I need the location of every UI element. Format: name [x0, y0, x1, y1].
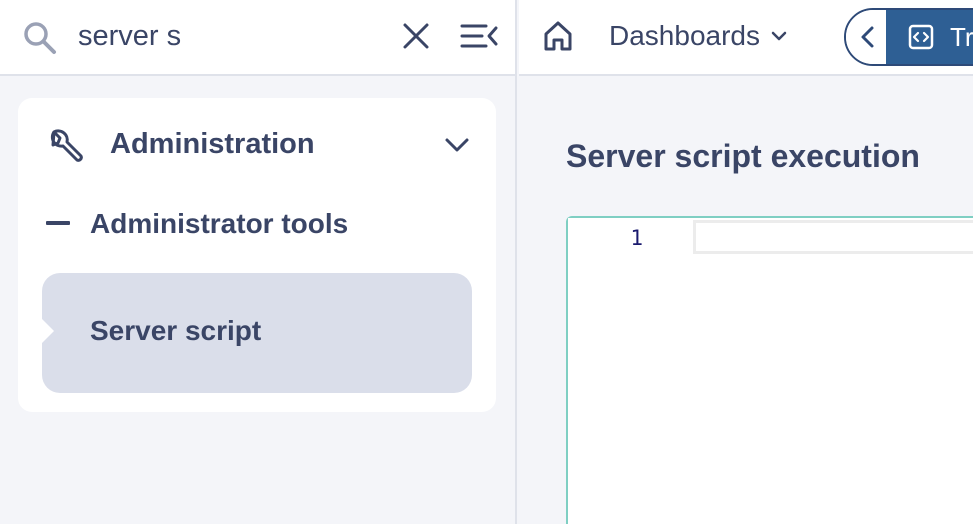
page-title: Server script execution	[566, 138, 920, 174]
sidebar: Administration Administrator tools Serve…	[0, 0, 517, 524]
menu-results: Administration Administrator tools Serve…	[18, 98, 496, 412]
open-tabs: Tr	[844, 8, 973, 66]
menu-collapse-icon	[460, 24, 498, 48]
clear-search-button[interactable]	[400, 18, 432, 54]
wrench-icon	[50, 129, 83, 162]
collapse-menu-button[interactable]	[458, 18, 500, 54]
dashboards-label: Dashboards	[609, 20, 760, 51]
main-content: Server script execution 1	[519, 78, 973, 524]
code-editor[interactable]: 1	[566, 216, 973, 524]
dashboards-dropdown[interactable]: Dashboards	[609, 18, 788, 54]
menu-item-server-script[interactable]: Server script	[42, 273, 472, 393]
tab-server-script[interactable]: Tr	[886, 10, 973, 64]
home-icon	[544, 21, 572, 51]
menu-section-administration[interactable]: Administration	[18, 98, 496, 190]
chevron-down-icon	[445, 138, 469, 152]
tab-label: Tr	[950, 22, 973, 52]
top-bar: Dashboards Tr	[519, 0, 973, 76]
search-icon	[24, 22, 56, 54]
chevron-left-icon	[861, 26, 874, 48]
menu-subgroup-administrator-tools[interactable]: Administrator tools	[18, 206, 496, 256]
chevron-down-icon	[771, 31, 787, 41]
line-number: 1	[630, 226, 643, 250]
home-button[interactable]	[541, 18, 575, 54]
menu-item-label: Server script	[90, 315, 262, 346]
menu-subgroup-label: Administrator tools	[90, 208, 349, 239]
search-input[interactable]	[78, 16, 378, 56]
collapse-dash-icon	[46, 221, 70, 225]
editor-gutter: 1	[568, 218, 693, 524]
active-indicator	[42, 319, 54, 343]
tabs-scroll-left-button[interactable]	[846, 10, 886, 64]
editor-active-line[interactable]	[693, 220, 973, 254]
close-icon	[403, 23, 429, 49]
search-bar	[0, 0, 515, 76]
code-icon	[908, 24, 934, 50]
menu-section-label: Administration	[110, 128, 315, 160]
